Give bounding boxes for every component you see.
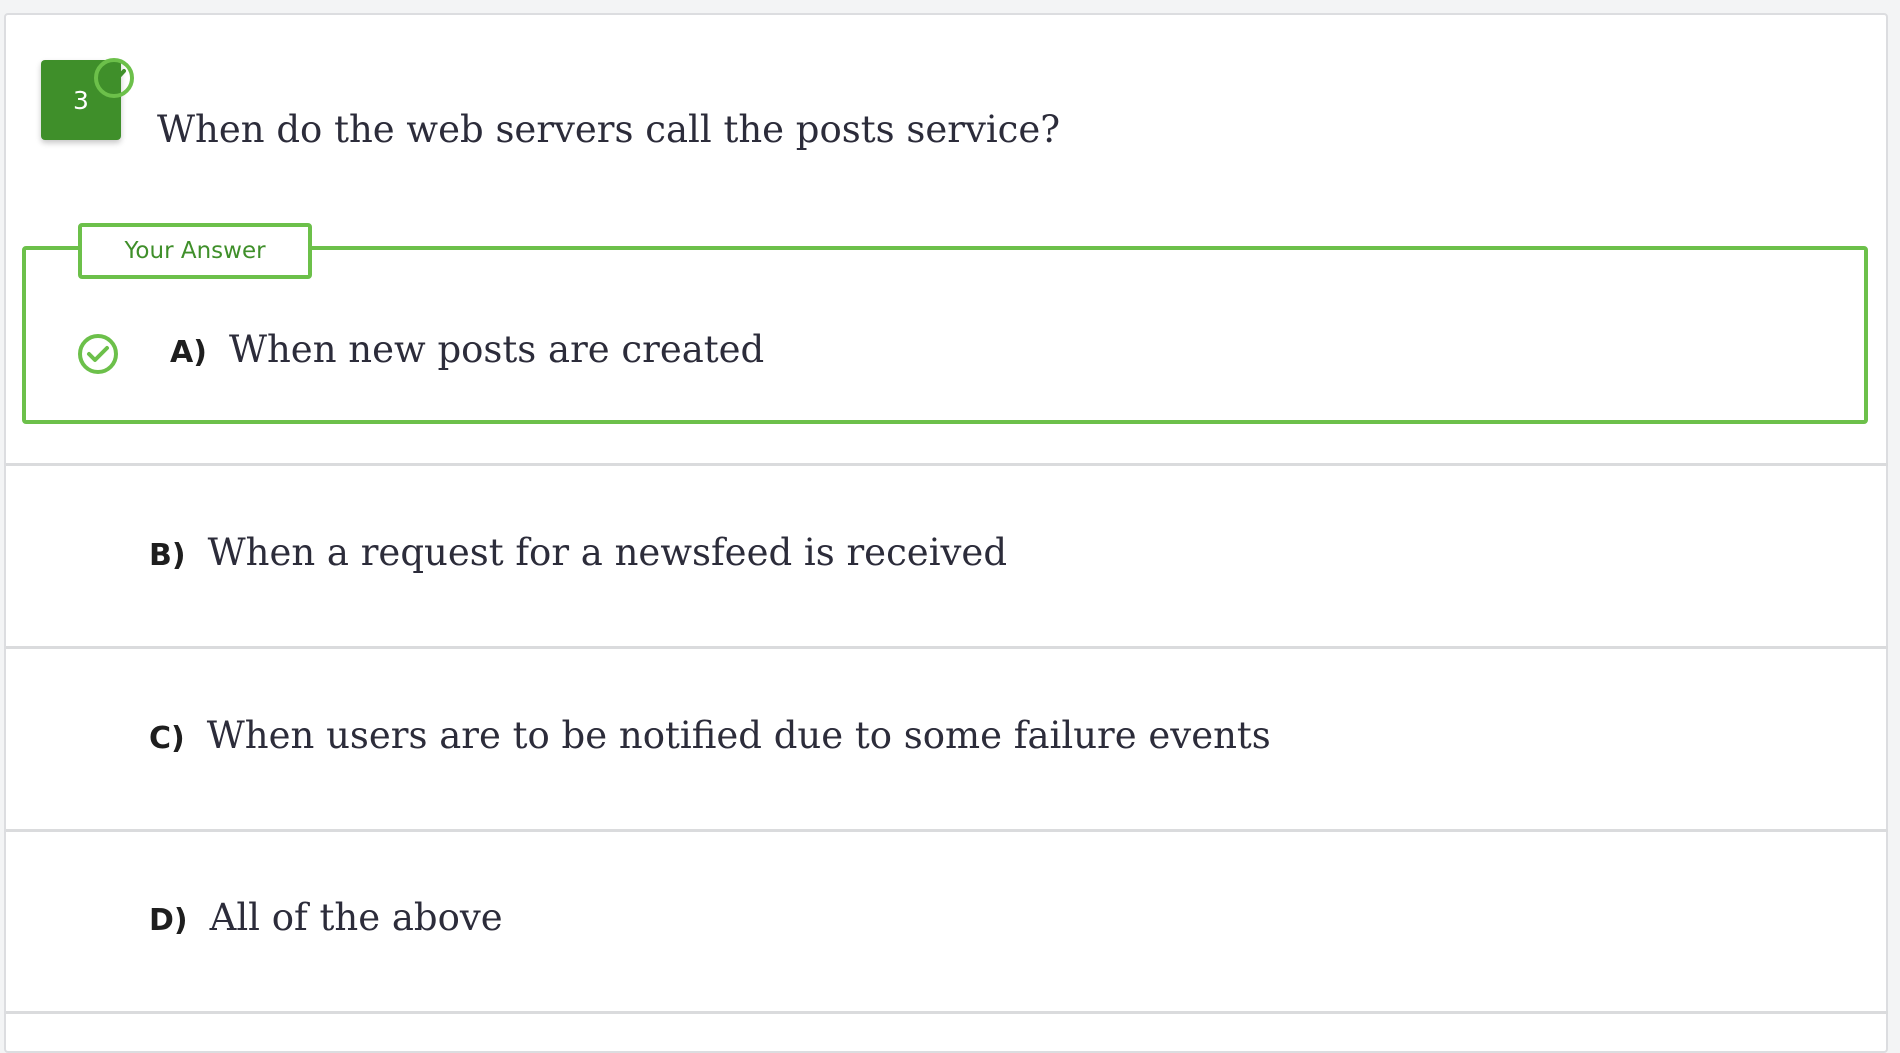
your-answer-label: Your Answer	[78, 223, 312, 279]
question-number: 3	[73, 85, 89, 115]
divider	[6, 829, 1888, 832]
option-letter: B)	[149, 538, 186, 573]
divider	[6, 1011, 1888, 1014]
option-d[interactable]: D) All of the above	[149, 896, 503, 939]
divider	[6, 463, 1888, 466]
option-c[interactable]: C) When users are to be notified due to …	[149, 714, 1271, 757]
option-text: When a request for a newsfeed is receive…	[207, 531, 1008, 574]
option-letter: C)	[149, 721, 185, 756]
option-text: When users are to be notified due to som…	[206, 714, 1271, 757]
option-text: When new posts are created	[228, 328, 765, 371]
option-letter: A)	[170, 335, 207, 370]
option-text: All of the above	[209, 896, 503, 939]
option-b[interactable]: B) When a request for a newsfeed is rece…	[149, 531, 1007, 574]
option-a[interactable]: A) When new posts are created	[170, 328, 764, 371]
question-text: When do the web servers call the posts s…	[157, 108, 1061, 151]
check-circle-icon	[93, 57, 135, 99]
divider	[6, 646, 1888, 649]
check-circle-icon	[76, 332, 120, 376]
option-letter: D)	[149, 903, 188, 938]
